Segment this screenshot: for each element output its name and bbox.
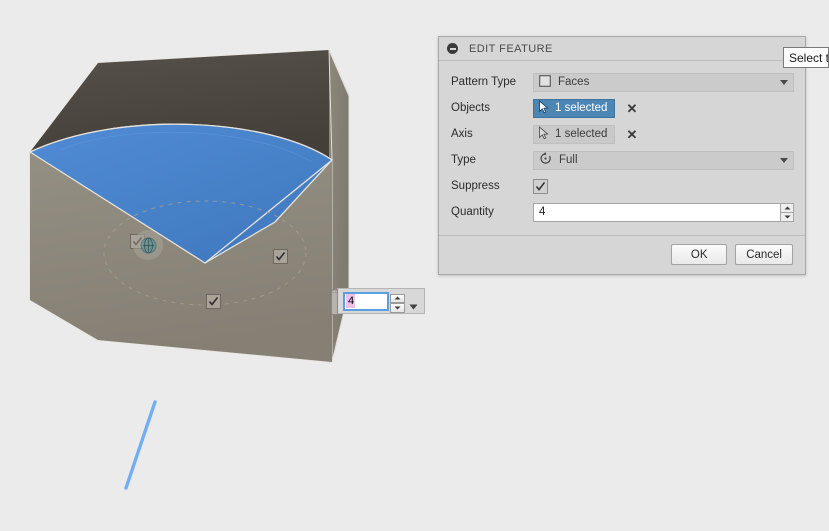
pattern-type-label: Pattern Type bbox=[451, 76, 516, 88]
chevron-down-icon[interactable] bbox=[780, 76, 788, 88]
quantity-stepper[interactable] bbox=[780, 202, 794, 222]
row-pattern-type: Pattern Type Faces bbox=[447, 69, 794, 95]
dialog-title: EDIT FEATURE bbox=[469, 42, 553, 55]
axis-selection-chip[interactable]: 1 selected bbox=[533, 124, 616, 144]
rotate-glyph-icon bbox=[140, 237, 156, 253]
selection-cursor-icon bbox=[538, 125, 550, 143]
chevron-down-icon[interactable] bbox=[780, 154, 788, 166]
edit-feature-dialog[interactable]: EDIT FEATURE Pattern Type Faces Objects … bbox=[438, 36, 806, 275]
row-suppress: Suppress bbox=[447, 173, 794, 199]
objects-selection-value: 1 selected bbox=[555, 102, 608, 114]
tooltip: Select t bbox=[783, 47, 829, 68]
rotation-full-icon bbox=[539, 152, 552, 168]
dialog-body: Pattern Type Faces Objects 1 selected ✕ … bbox=[439, 61, 805, 235]
objects-selection-chip[interactable]: 1 selected bbox=[533, 98, 616, 118]
axis-label: Axis bbox=[451, 128, 473, 140]
row-type: Type Full bbox=[447, 147, 794, 173]
canvas-quantity-value: 4 bbox=[346, 294, 356, 308]
axis-clear-x-icon[interactable]: ✕ bbox=[626, 128, 637, 141]
canvas-quantity-widget[interactable]: ∶∶∶∶ 4 bbox=[331, 288, 425, 315]
pattern-instance-checkbox-2[interactable] bbox=[273, 249, 288, 264]
selection-cursor-icon bbox=[538, 99, 550, 117]
row-axis: Axis 1 selected ✕ bbox=[447, 121, 794, 147]
type-label: Type bbox=[451, 154, 476, 166]
checkbox-checked-icon bbox=[535, 181, 546, 191]
canvas-quantity-input[interactable]: 4 bbox=[343, 291, 405, 313]
quantity-input[interactable]: 4 bbox=[533, 202, 780, 222]
drag-grip-handle[interactable]: ∶∶∶∶ bbox=[331, 289, 338, 315]
canvas-quantity-dropdown-icon[interactable] bbox=[409, 297, 418, 315]
axis-selection-value: 1 selected bbox=[555, 128, 608, 140]
spinner-up-icon[interactable] bbox=[780, 202, 794, 212]
spinner-down-icon[interactable] bbox=[780, 211, 794, 222]
quantity-label: Quantity bbox=[451, 206, 494, 218]
spinner-down-icon[interactable] bbox=[390, 303, 405, 313]
pattern-instance-checkbox-3[interactable] bbox=[206, 294, 221, 309]
ok-button[interactable]: OK bbox=[671, 244, 728, 265]
cancel-button[interactable]: Cancel bbox=[735, 244, 793, 265]
objects-label: Objects bbox=[451, 102, 490, 114]
collapse-minus-icon[interactable] bbox=[447, 43, 458, 54]
faces-square-icon bbox=[539, 74, 551, 90]
type-select[interactable]: Full bbox=[533, 150, 794, 170]
check-icon bbox=[275, 252, 286, 261]
rotate-handle-icon[interactable] bbox=[133, 230, 163, 260]
spinner-up-icon[interactable] bbox=[390, 293, 405, 303]
type-value: Full bbox=[559, 154, 578, 166]
suppress-checkbox[interactable] bbox=[533, 178, 548, 194]
suppress-label: Suppress bbox=[451, 180, 500, 192]
pattern-type-value: Faces bbox=[558, 76, 590, 88]
dialog-footer: OK Cancel bbox=[439, 235, 805, 274]
canvas-quantity-stepper[interactable] bbox=[390, 293, 405, 313]
row-objects: Objects 1 selected ✕ bbox=[447, 95, 794, 121]
pattern-type-select[interactable]: Faces bbox=[533, 72, 794, 92]
check-icon bbox=[208, 297, 219, 306]
objects-clear-x-icon[interactable]: ✕ bbox=[626, 102, 637, 115]
row-quantity: Quantity 4 bbox=[447, 199, 794, 225]
quantity-value: 4 bbox=[539, 206, 546, 218]
dialog-title-bar[interactable]: EDIT FEATURE bbox=[439, 37, 805, 61]
